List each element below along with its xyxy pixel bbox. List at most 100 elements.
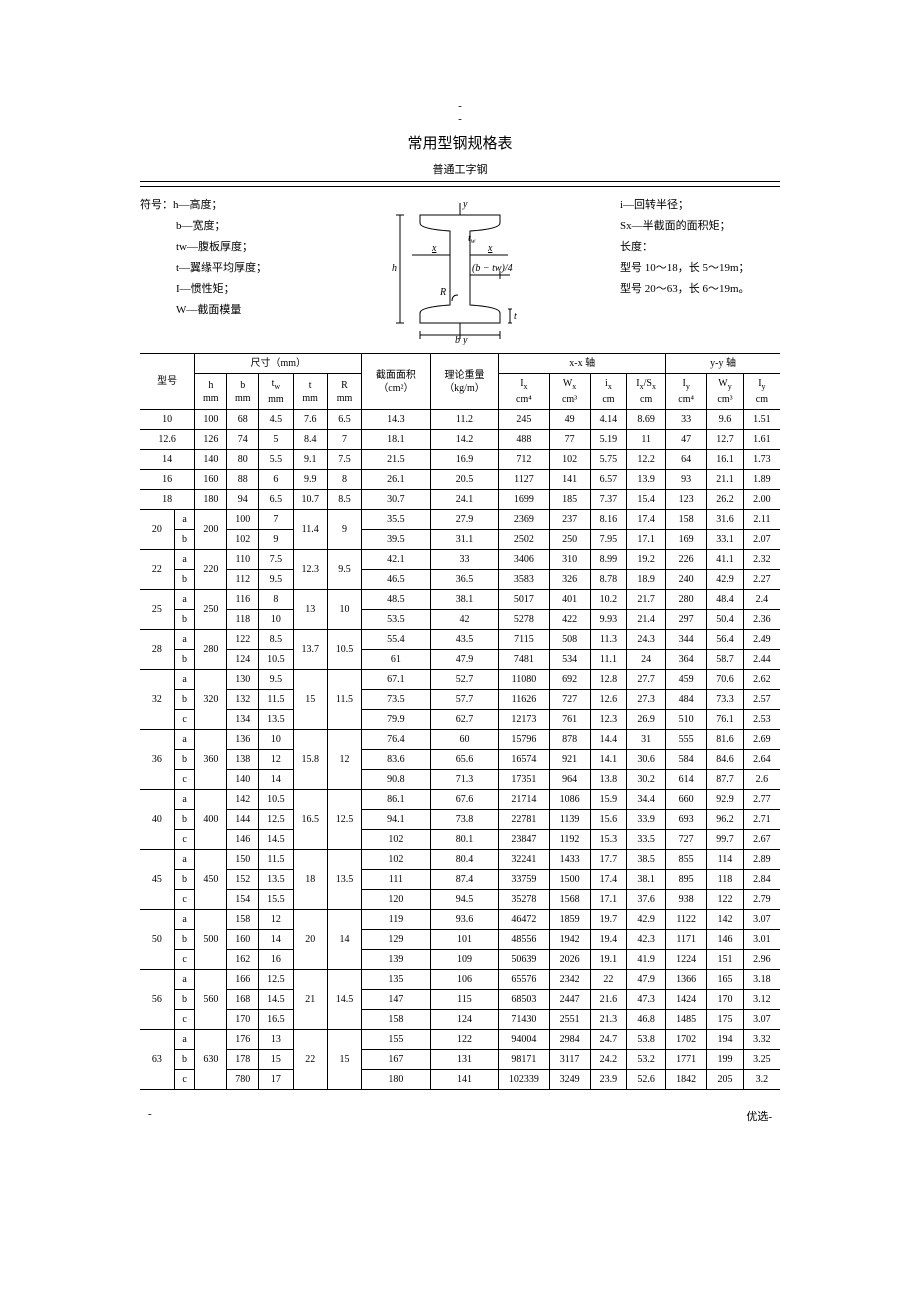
cell: 2551: [549, 1009, 590, 1029]
table-row: 20a200100711.4935.527.923692378.1617.415…: [140, 509, 780, 529]
cell: 2.64: [743, 749, 780, 769]
cell: 8.78: [590, 569, 627, 589]
cell: 12.3: [293, 549, 327, 589]
cell: 101: [430, 929, 499, 949]
cell: 47.9: [430, 649, 499, 669]
cell: 2.07: [743, 529, 780, 549]
cell: 326: [549, 569, 590, 589]
cell: 10.5: [327, 629, 361, 669]
cell: 94.5: [430, 889, 499, 909]
th-dim: 尺寸（mm）: [195, 354, 362, 374]
svg-text:b: b: [455, 335, 460, 345]
cell: 15796: [499, 729, 549, 749]
cell: 12.3: [590, 709, 627, 729]
cell: 112: [227, 569, 259, 589]
cell: 2.4: [743, 589, 780, 609]
legend-range2: 型号 20～63，长 6～19m。: [620, 279, 780, 300]
cell: 20: [140, 509, 174, 549]
cell: b: [174, 569, 195, 589]
cell: 24.3: [627, 629, 666, 649]
cell: 3249: [549, 1069, 590, 1089]
cell: 534: [549, 649, 590, 669]
table-row: 28a2801228.513.710.555.443.5711550811.32…: [140, 629, 780, 649]
cell: 3.2: [743, 1069, 780, 1089]
cell: 15.8: [293, 729, 327, 789]
cell: 3.07: [743, 909, 780, 929]
cell: 2.44: [743, 649, 780, 669]
cell: 35278: [499, 889, 549, 909]
cell: 60: [430, 729, 499, 749]
cell: 142: [227, 789, 259, 809]
cell: 53.2: [627, 1049, 666, 1069]
cell: 15.5: [259, 889, 293, 909]
cell: 2.36: [743, 609, 780, 629]
cell: 1433: [549, 849, 590, 869]
cell: 140: [227, 769, 259, 789]
cell: 147: [362, 989, 431, 1009]
cell: 3.25: [743, 1049, 780, 1069]
cell: 12.5: [259, 809, 293, 829]
cell: a: [174, 729, 195, 749]
cell: 12.5: [327, 789, 361, 849]
cell: 11626: [499, 689, 549, 709]
cell: 1568: [549, 889, 590, 909]
cell: 94: [227, 489, 259, 509]
legend-left: 符号：h—高度； b—宽度； tw—腹板厚度； t—翼缘平均厚度； I—惯性矩；…: [140, 195, 290, 320]
cell: 8.69: [627, 409, 666, 429]
svg-text:t: t: [514, 311, 517, 322]
legend-h: h—高度；: [173, 199, 223, 211]
cell: 9.93: [590, 609, 627, 629]
cell: b: [174, 929, 195, 949]
cell: 74: [227, 429, 259, 449]
legend-right: i—回转半径； Sx—半截面的面积矩； 长度： 型号 10～18，长 5～19m…: [620, 195, 780, 299]
cell: 1424: [666, 989, 707, 1009]
cell: c: [174, 769, 195, 789]
cell: 5.75: [590, 449, 627, 469]
table-row: b1381283.665.61657492114.130.658484.62.6…: [140, 749, 780, 769]
cell: 2.69: [743, 729, 780, 749]
cell: 102: [227, 529, 259, 549]
cell: 320: [195, 669, 227, 729]
table-row: b1781516713198171311724.253.217711993.25: [140, 1049, 780, 1069]
cell: 9.5: [327, 549, 361, 589]
cell: 33: [430, 549, 499, 569]
cell: 162: [227, 949, 259, 969]
cell: 106: [430, 969, 499, 989]
cell: 94004: [499, 1029, 549, 1049]
th-tw: twmm: [259, 374, 293, 409]
cell: 964: [549, 769, 590, 789]
cell: 87.7: [707, 769, 744, 789]
cell: 10: [140, 409, 195, 429]
cell: 8.16: [590, 509, 627, 529]
cell: 47: [666, 429, 707, 449]
cell: 8.5: [259, 629, 293, 649]
cell: 15.3: [590, 829, 627, 849]
cell: 86.1: [362, 789, 431, 809]
cell: 110: [227, 549, 259, 569]
cell: 38.1: [627, 869, 666, 889]
svg-text:x: x: [487, 243, 493, 254]
cell: 9: [327, 509, 361, 549]
cell: 53.5: [362, 609, 431, 629]
cell: 16.5: [259, 1009, 293, 1029]
th-area: 截面面积（cm²）: [362, 354, 431, 409]
cell: 500: [195, 909, 227, 969]
cell: b: [174, 809, 195, 829]
cell: 364: [666, 649, 707, 669]
cell: 7481: [499, 649, 549, 669]
cell: 168: [227, 989, 259, 1009]
cell: 237: [549, 509, 590, 529]
cell: 8.99: [590, 549, 627, 569]
cell: 11.1: [590, 649, 627, 669]
cell: 5.5: [259, 449, 293, 469]
th-IxSx: Ix/Sxcm: [627, 374, 666, 409]
cell: 73.8: [430, 809, 499, 829]
cell: 12.2: [627, 449, 666, 469]
cell: 584: [666, 749, 707, 769]
cell: 67.1: [362, 669, 431, 689]
cell: 175: [707, 1009, 744, 1029]
cell: 50.4: [707, 609, 744, 629]
cell: 226: [666, 549, 707, 569]
cell: 68: [227, 409, 259, 429]
cell: 39.5: [362, 529, 431, 549]
